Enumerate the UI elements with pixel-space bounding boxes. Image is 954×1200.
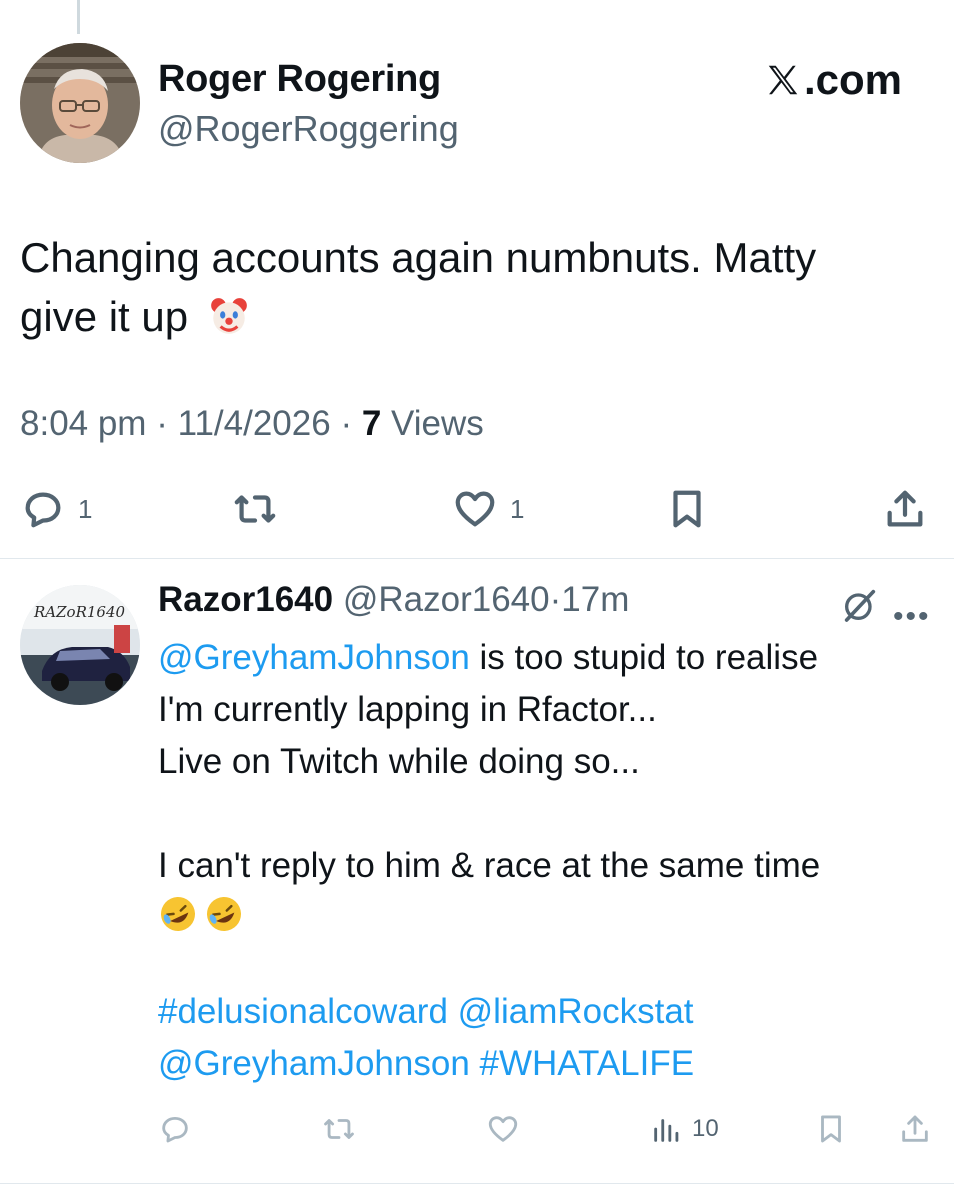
views-label: Views: [391, 404, 484, 443]
views-chart-icon: [654, 1119, 679, 1142]
more-icon[interactable]: •••: [893, 600, 931, 634]
reply-time[interactable]: 17m: [561, 580, 629, 619]
bookmark-button[interactable]: [664, 486, 710, 532]
reply-views-count: 10: [692, 1115, 719, 1142]
meta-sep: ·: [156, 404, 178, 443]
rofl-emoji-icon: [207, 897, 241, 931]
tweet-divider: [0, 558, 954, 559]
bottom-divider: [0, 1183, 954, 1184]
tweet-text-line1: Changing accounts again numbnuts. Matty: [20, 234, 817, 281]
hashtag-whatalife[interactable]: #WHATALIFE: [480, 1044, 695, 1083]
x-logo-icon: [768, 65, 798, 95]
reply-bookmark-button[interactable]: [814, 1112, 848, 1146]
reply-tags-line2: @GreyhamJohnson #WHATALIFE: [158, 1038, 938, 1090]
thread-connector-line: [77, 0, 80, 34]
share-icon: [887, 490, 923, 527]
reply-display-name[interactable]: Razor1640: [158, 580, 333, 619]
reply-share-button[interactable]: [898, 1112, 932, 1146]
avatar-roger[interactable]: [20, 43, 140, 163]
avatar-portrait: [20, 43, 140, 163]
reply-reply-button[interactable]: [158, 1112, 192, 1146]
author-handle[interactable]: @RogerRoggering: [158, 108, 459, 150]
tweet-time[interactable]: 8:04 pm: [20, 404, 146, 443]
share-icon: [902, 1115, 928, 1142]
reply-views-button[interactable]: 10: [650, 1112, 719, 1146]
author-display-name[interactable]: Roger Rogering: [158, 58, 441, 101]
like-button[interactable]: 1: [452, 486, 524, 532]
hashtag-delusionalcoward[interactable]: #delusionalcoward: [158, 992, 448, 1031]
tweet-text: Changing accounts again numbnuts. Matty …: [20, 228, 920, 346]
reply-icon: [25, 492, 61, 528]
grok-icon[interactable]: [840, 585, 880, 625]
reply-like-button[interactable]: [486, 1112, 520, 1146]
reply-button[interactable]: 1: [20, 486, 92, 532]
reply-text: @GreyhamJohnson is too stupid to realise…: [158, 632, 938, 1090]
like-count: 1: [510, 493, 525, 524]
reply-retweet-button[interactable]: [322, 1112, 356, 1146]
emoji-row: [158, 894, 938, 934]
tweet-date[interactable]: 11/4/2026: [178, 404, 331, 443]
mention-liamrockstat[interactable]: @liamRockstat: [458, 992, 694, 1031]
rofl-emoji-icon: [161, 897, 195, 931]
avatar-razor[interactable]: RAZoR1640: [20, 585, 140, 705]
meta-sep: ·: [340, 404, 362, 443]
reply-line2: I'm currently lapping in Rfactor...: [158, 690, 657, 729]
reply-tags-line1: #delusionalcoward @liamRockstat: [158, 986, 938, 1038]
heart-icon: [455, 491, 495, 527]
reply-count: 1: [78, 493, 93, 524]
bookmark-icon: [821, 1115, 841, 1143]
clown-emoji-icon: [210, 298, 247, 334]
tweet-text-line2: give it up: [20, 293, 189, 340]
reply-line1: @GreyhamJohnson is too stupid to realise: [158, 632, 938, 684]
avatar-text: RAZoR1640: [33, 603, 126, 621]
brand-logo: .com: [764, 56, 902, 104]
reply-header: Razor1640 @Razor1640·17m: [158, 580, 629, 620]
tweet-text-line2-wrap: give it up: [20, 287, 920, 346]
tweet-meta: 8:04 pm · 11/4/2026 · 7 Views: [20, 404, 484, 444]
reply-sep: ·: [549, 580, 562, 619]
mention-greyham-2[interactable]: @GreyhamJohnson: [158, 1044, 470, 1083]
reply-line4: I can't reply to him & race at the same …: [158, 846, 821, 885]
reply-line1-rest: is too stupid to realise: [469, 638, 819, 677]
avatar-car-image: RAZoR1640: [20, 585, 140, 705]
reply-handle[interactable]: @Razor1640: [343, 580, 550, 619]
reply-icon: [162, 1116, 188, 1143]
views-count: 7: [361, 404, 382, 443]
tweet-actions: 1 1: [20, 486, 932, 546]
heart-icon: [488, 1116, 518, 1142]
retweet-button[interactable]: [232, 486, 278, 532]
reply-actions: 10: [158, 1112, 938, 1156]
brand-logo-text: .com: [803, 56, 902, 103]
retweet-icon: [324, 1119, 354, 1139]
retweet-icon: [234, 495, 276, 523]
bookmark-icon: [673, 490, 701, 528]
share-button[interactable]: [882, 486, 928, 532]
mention-greyham[interactable]: @GreyhamJohnson: [158, 638, 470, 677]
reply-line3: Live on Twitch while doing so...: [158, 742, 640, 781]
